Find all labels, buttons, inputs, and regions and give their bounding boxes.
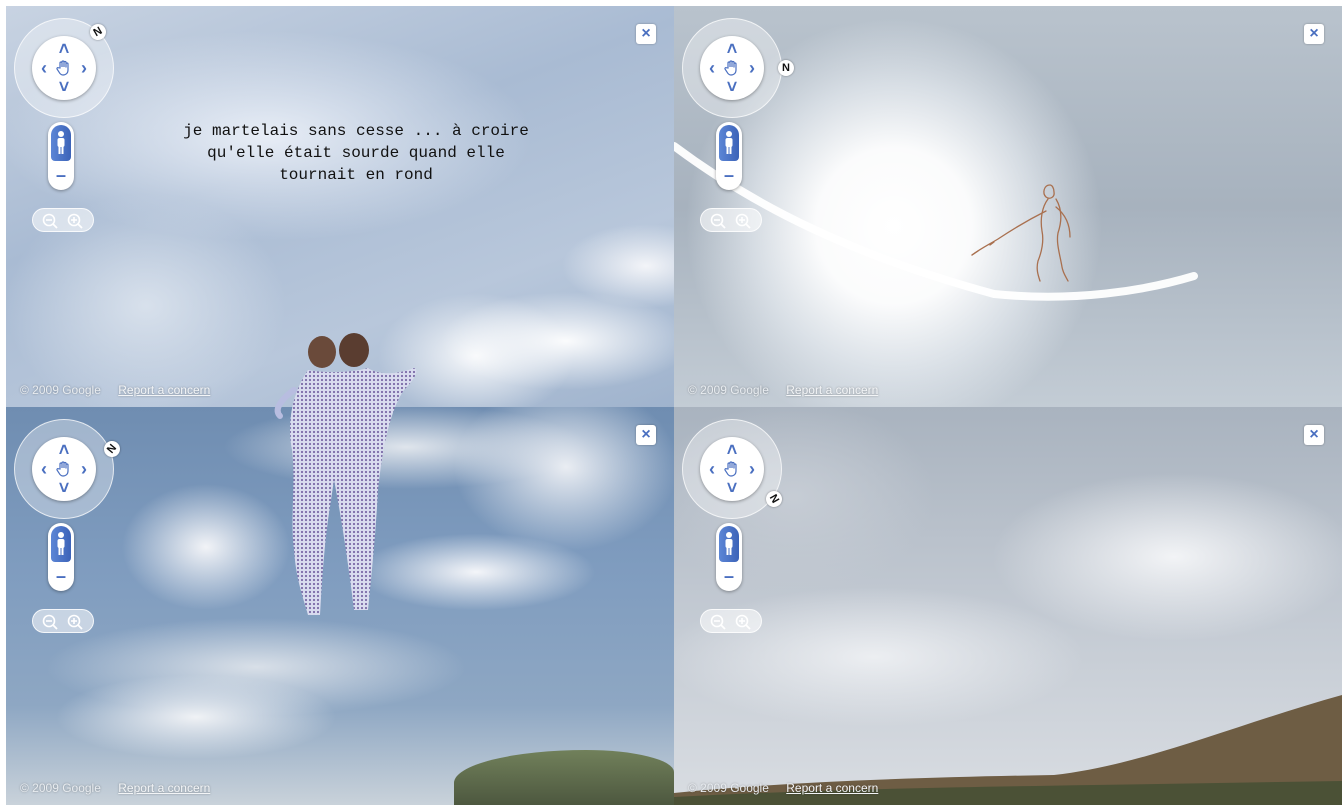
hand-icon[interactable] — [54, 459, 74, 479]
tightrope-walker-figure — [971, 184, 1071, 282]
close-icon[interactable]: × — [1304, 24, 1324, 44]
report-concern-link[interactable]: Report a concern — [118, 383, 210, 397]
streetview-grid: N ˄ ˅ ‹ › – × je martelais sans cesse ..… — [6, 6, 1342, 805]
navigation-control[interactable]: N ˄ ˅ ‹ › — [682, 18, 794, 118]
report-concern-link[interactable]: Report a concern — [118, 781, 210, 795]
pegman-icon[interactable] — [719, 125, 739, 161]
zoom-slider[interactable]: – — [48, 122, 74, 190]
dancing-couple-figure — [274, 333, 417, 615]
navigation-control[interactable]: N ˄ ˅ ‹ › — [14, 419, 124, 519]
pan-left-button[interactable]: ‹ — [35, 460, 53, 478]
zoom-in-thumb[interactable] — [51, 526, 71, 562]
report-concern-link[interactable]: Report a concern — [786, 781, 878, 795]
pan-down-button[interactable]: ˅ — [723, 479, 741, 497]
zoom-in-thumb[interactable] — [51, 125, 71, 161]
hand-icon[interactable] — [722, 58, 742, 78]
zoom-out-icon[interactable] — [709, 212, 727, 230]
zoom-in-icon[interactable] — [66, 212, 84, 230]
hand-icon[interactable] — [722, 459, 742, 479]
pan-up-button[interactable]: ˄ — [723, 441, 741, 459]
pegman-icon[interactable] — [51, 526, 71, 562]
copyright-text: © 2009 Google — [20, 383, 101, 397]
pane-footer: © 2009 Google Report a concern — [20, 781, 210, 795]
pegman-icon[interactable] — [719, 526, 739, 562]
pan-right-button[interactable]: › — [743, 59, 761, 77]
copyright-text: © 2009 Google — [20, 781, 101, 795]
zoom-slider[interactable]: – — [48, 523, 74, 591]
close-icon[interactable]: × — [636, 425, 656, 445]
close-icon[interactable]: × — [636, 24, 656, 44]
treeline — [454, 750, 674, 805]
pan-right-button[interactable]: › — [75, 460, 93, 478]
pan-down-button[interactable]: ˅ — [55, 78, 73, 96]
zoom-out-button[interactable]: – — [716, 166, 742, 184]
zoom-slider[interactable]: – — [716, 122, 742, 190]
magnify-control[interactable] — [32, 208, 94, 232]
pan-up-button[interactable]: ˄ — [723, 40, 741, 58]
navigation-control[interactable]: N ˄ ˅ ‹ › — [682, 419, 785, 519]
close-icon[interactable]: × — [1304, 425, 1324, 445]
pan-down-button[interactable]: ˅ — [723, 78, 741, 96]
zoom-slider[interactable]: – — [716, 523, 742, 591]
pan-left-button[interactable]: ‹ — [35, 59, 53, 77]
zoom-in-thumb[interactable] — [719, 526, 739, 562]
report-concern-link[interactable]: Report a concern — [786, 383, 878, 397]
pan-up-button[interactable]: ˄ — [55, 40, 73, 58]
pan-left-button[interactable]: ‹ — [703, 460, 721, 478]
zoom-out-icon[interactable] — [41, 212, 59, 230]
copyright-text: © 2009 Google — [688, 781, 769, 795]
hand-icon[interactable] — [54, 58, 74, 78]
pegman-icon[interactable] — [51, 125, 71, 161]
pane-footer: © 2009 Google Report a concern — [688, 781, 878, 795]
overlay-text: je martelais sans cesse ... à croire qu'… — [183, 122, 529, 184]
zoom-in-icon[interactable] — [734, 613, 752, 631]
zoom-out-icon[interactable] — [709, 613, 727, 631]
zoom-in-icon[interactable] — [66, 613, 84, 631]
copyright-text: © 2009 Google — [688, 383, 769, 397]
magnify-control[interactable] — [32, 609, 94, 633]
zoom-out-button[interactable]: – — [716, 567, 742, 585]
pan-left-button[interactable]: ‹ — [703, 59, 721, 77]
navigation-control[interactable]: N ˄ ˅ ‹ › — [14, 18, 114, 118]
north-indicator: N — [778, 60, 794, 76]
pane-footer: © 2009 Google Report a concern — [20, 383, 210, 397]
zoom-in-icon[interactable] — [734, 212, 752, 230]
magnify-control[interactable] — [700, 208, 762, 232]
zoom-in-thumb[interactable] — [719, 125, 739, 161]
zoom-out-icon[interactable] — [41, 613, 59, 631]
pan-down-button[interactable]: ˅ — [55, 479, 73, 497]
pan-right-button[interactable]: › — [743, 460, 761, 478]
streetview-pane-bottom-right[interactable]: N ˄ ˅ ‹ › – × © 2009 Google Report a con… — [674, 407, 1342, 805]
zoom-out-button[interactable]: – — [48, 166, 74, 184]
pan-right-button[interactable]: › — [75, 59, 93, 77]
magnify-control[interactable] — [700, 609, 762, 633]
pane-footer: © 2009 Google Report a concern — [688, 383, 878, 397]
pan-up-button[interactable]: ˄ — [55, 441, 73, 459]
zoom-out-button[interactable]: – — [48, 567, 74, 585]
